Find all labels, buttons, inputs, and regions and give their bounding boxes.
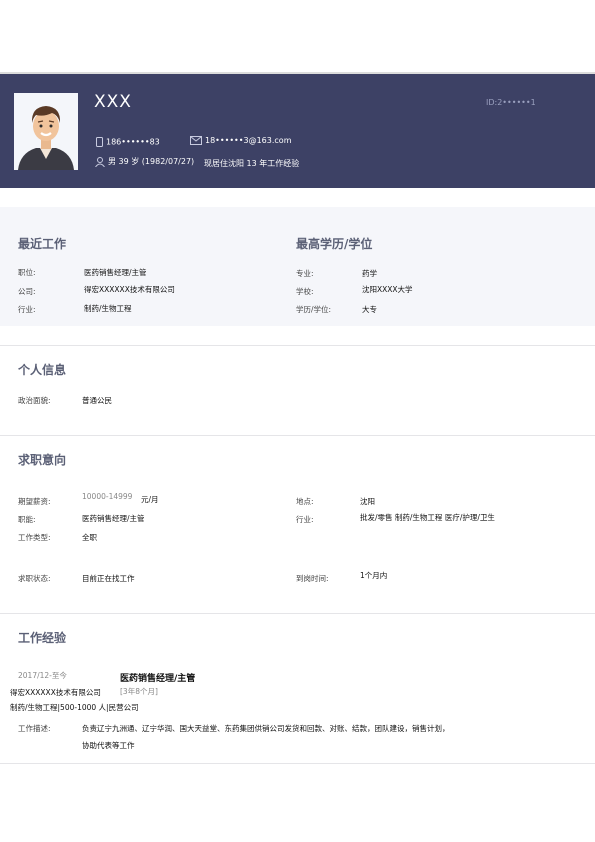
arrival-label: 到岗时间: [296,574,329,583]
experience-period: 2017/12-至今 [18,671,67,680]
basic-info-line: 男 39 岁 (1982/07/27) [95,156,194,167]
school-value: 沈阳XXXX大学 [362,285,413,294]
political-value: 普通公民 [82,396,112,405]
avatar [14,93,78,170]
description-line-1: 负责辽宁九洲通、辽宁华润、国大天益堂、东药集团供销公司发货和回款、对账、结款，团… [82,724,450,733]
target-industry-value: 批发/零售 制药/生物工程 医疗/护理/卫生 [360,513,495,522]
description-label: 工作描述: [18,724,51,733]
salary-unit: 元/月 [141,495,159,504]
email-value: 18••••••3@163.com [205,136,292,145]
experience-title: 工作经验 [18,631,67,645]
divider [0,613,595,614]
job-value: 医药销售经理/主管 [82,514,145,523]
recent-work-title: 最近工作 [18,237,67,251]
position-value: 医药销售经理/主管 [84,268,147,277]
residence-info: 现居住沈阳 13 年工作经验 [204,159,300,168]
phone-value: 186••••••83 [106,137,160,147]
experience-meta: 制药/生物工程|500-1000 人|民营公司 [10,703,139,712]
arrival-value: 1个月内 [360,571,388,580]
candidate-name: XXX [94,92,132,112]
divider [0,763,595,764]
education-title: 最高学历/学位 [296,237,373,251]
mail-icon [190,136,202,145]
industry-label: 行业: [18,305,36,314]
political-label: 政治面貌: [18,396,51,405]
phone-line: 186••••••83 [96,137,160,147]
intention-title: 求职意向 [18,453,67,467]
phone-icon [96,137,103,147]
type-value: 全职 [82,533,97,542]
profile-header: XXX ID:2••••••1 186••••••83 18••••••3@16… [0,74,595,188]
industry-value: 制药/生物工程 [84,304,132,313]
experience-duration: [3年8个月] [120,687,158,696]
experience-company: 得宏XXXXXX技术有限公司 [10,688,101,697]
salary-label: 期望薪资: [18,497,51,506]
divider [0,345,595,346]
divider [0,435,595,436]
basic-info: 男 39 岁 (1982/07/27) [108,157,195,166]
status-value: 目前正在找工作 [82,574,135,583]
status-label: 求职状态: [18,574,51,583]
degree-value: 大专 [362,305,377,314]
description-line-2: 协助代表等工作 [82,741,135,750]
target-industry-label: 行业: [296,515,314,524]
degree-label: 学历/学位: [296,305,332,314]
person-icon [95,156,105,167]
job-label: 职能: [18,515,36,524]
email-line: 18••••••3@163.com [190,136,291,145]
school-label: 学校: [296,287,314,296]
experience-position: 医药销售经理/主管 [120,674,196,684]
company-label: 公司: [18,287,36,296]
location-value: 沈阳 [360,497,375,506]
company-value: 得宏XXXXXX技术有限公司 [84,285,175,294]
personal-title: 个人信息 [18,363,67,377]
major-label: 专业: [296,269,314,278]
salary-value: 10000-14999 [82,492,133,501]
location-label: 地点: [296,497,314,506]
candidate-id: ID:2••••••1 [486,98,536,107]
position-label: 职位: [18,268,36,277]
type-label: 工作类型: [18,533,51,542]
major-value: 药学 [362,269,377,278]
